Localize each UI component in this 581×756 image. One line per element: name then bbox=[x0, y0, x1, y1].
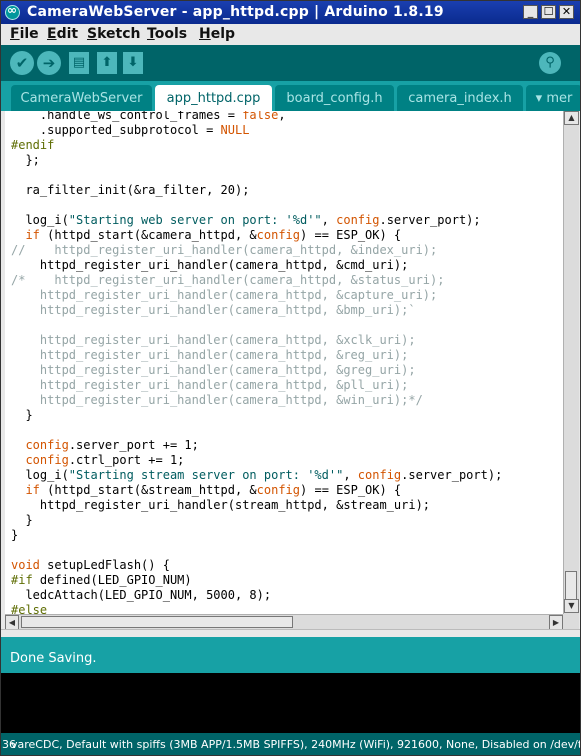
toolbar: ✔ ➔ ▤ ⬆ ⬇ ⚲ bbox=[1, 45, 580, 81]
code-line[interactable]: httpd_register_uri_handler(camera_httpd,… bbox=[11, 288, 502, 303]
new-sketch-icon[interactable]: ▤ bbox=[69, 52, 89, 74]
title-bar[interactable]: CameraWebServer - app_httpd.cpp | Arduin… bbox=[1, 1, 580, 24]
status-bar: Done Saving. bbox=[1, 637, 580, 673]
code-line[interactable]: #if defined(LED_GPIO_NUM) bbox=[11, 573, 502, 588]
code-line[interactable] bbox=[11, 543, 502, 558]
open-sketch-icon[interactable]: ⬆ bbox=[97, 52, 117, 74]
code-line[interactable]: void setupLedFlash() { bbox=[11, 558, 502, 573]
code-line[interactable] bbox=[11, 198, 502, 213]
scroll-up-icon[interactable]: ▲ bbox=[564, 111, 579, 125]
code-line[interactable]: config.ctrl_port += 1; bbox=[11, 453, 502, 468]
code-line[interactable]: httpd_register_uri_handler(camera_httpd,… bbox=[11, 303, 502, 318]
scroll-left-icon[interactable]: ◀ bbox=[5, 615, 19, 630]
menu-help[interactable]: Help bbox=[199, 26, 235, 42]
code-line[interactable]: httpd_register_uri_handler(camera_httpd,… bbox=[11, 363, 502, 378]
code-line[interactable]: httpd_register_uri_handler(camera_httpd,… bbox=[11, 348, 502, 363]
code-line[interactable]: } bbox=[11, 528, 502, 543]
code-line[interactable]: } bbox=[11, 408, 502, 423]
horizontal-scrollbar[interactable]: ◀ ▶ bbox=[5, 614, 563, 630]
code-line[interactable]: log_i("Starting web server on port: '%d'… bbox=[11, 213, 502, 228]
scroll-down-icon[interactable]: ▼ bbox=[564, 599, 579, 613]
code-line[interactable] bbox=[11, 423, 502, 438]
serial-monitor-icon[interactable]: ⚲ bbox=[539, 52, 561, 74]
status-message: Done Saving. bbox=[10, 651, 97, 666]
code-line[interactable] bbox=[11, 168, 502, 183]
footer-bar: 36 vareCDC, Default with spiffs (3MB APP… bbox=[1, 733, 580, 755]
code-line[interactable]: }; bbox=[11, 153, 502, 168]
menu-edit[interactable]: Edit bbox=[47, 26, 78, 42]
code-line[interactable]: .supported_subprotocol = NULL bbox=[11, 123, 502, 138]
code-line[interactable]: config.server_port += 1; bbox=[11, 438, 502, 453]
tab-bar: CameraWebServer app_httpd.cpp board_conf… bbox=[1, 81, 580, 111]
scroll-right-icon[interactable]: ▶ bbox=[549, 615, 563, 630]
maximize-button[interactable]: ☐ bbox=[541, 5, 556, 19]
verify-icon[interactable]: ✔ bbox=[10, 51, 34, 75]
code-line[interactable]: httpd_register_uri_handler(stream_httpd,… bbox=[11, 498, 502, 513]
tab-more-menu[interactable]: ▾ mer bbox=[526, 85, 580, 111]
menu-bar: File Edit Sketch Tools Help bbox=[1, 24, 580, 45]
code-line[interactable]: httpd_register_uri_handler(camera_httpd,… bbox=[11, 393, 502, 408]
upload-icon[interactable]: ➔ bbox=[37, 51, 61, 75]
code-line[interactable]: #endif bbox=[11, 138, 502, 153]
code-line[interactable]: } bbox=[11, 513, 502, 528]
board-info: vareCDC, Default with spiffs (3MB APP/1.… bbox=[11, 738, 581, 751]
code-line[interactable] bbox=[11, 318, 502, 333]
code-line[interactable]: httpd_register_uri_handler(camera_httpd,… bbox=[11, 258, 502, 273]
code-text[interactable]: .handle_ws_control_frames = false, .supp… bbox=[11, 111, 502, 618]
minimize-button[interactable]: _ bbox=[523, 5, 538, 19]
code-line[interactable]: if (httpd_start(&camera_httpd, &config) … bbox=[11, 228, 502, 243]
arduino-logo-icon bbox=[5, 3, 20, 20]
save-sketch-icon[interactable]: ⬇ bbox=[123, 52, 143, 74]
window-title: CameraWebServer - app_httpd.cpp | Arduin… bbox=[27, 4, 444, 20]
code-line[interactable]: httpd_register_uri_handler(camera_httpd,… bbox=[11, 333, 502, 348]
arduino-window: CameraWebServer - app_httpd.cpp | Arduin… bbox=[0, 0, 581, 756]
vertical-scrollbar[interactable]: ▲ ▼ bbox=[563, 111, 579, 629]
code-line[interactable]: ledcAttach(LED_GPIO_NUM, 5000, 8); bbox=[11, 588, 502, 603]
tab-camerawebserver[interactable]: CameraWebServer bbox=[11, 85, 152, 111]
code-line[interactable]: log_i("Starting stream server on port: '… bbox=[11, 468, 502, 483]
horizontal-scroll-thumb[interactable] bbox=[21, 616, 293, 628]
code-line[interactable]: // httpd_register_uri_handler(camera_htt… bbox=[11, 243, 502, 258]
code-line[interactable]: ra_filter_init(&ra_filter, 20); bbox=[11, 183, 502, 198]
code-line[interactable]: if (httpd_start(&stream_httpd, &config) … bbox=[11, 483, 502, 498]
menu-sketch[interactable]: Sketch bbox=[87, 26, 140, 42]
code-editor[interactable]: .handle_ws_control_frames = false, .supp… bbox=[5, 111, 563, 629]
tab-app-httpd[interactable]: app_httpd.cpp bbox=[155, 85, 272, 111]
console-output[interactable] bbox=[1, 673, 580, 733]
code-line[interactable]: .handle_ws_control_frames = false, bbox=[11, 111, 502, 123]
scrollbar-corner bbox=[563, 614, 578, 629]
close-button[interactable]: ✕ bbox=[559, 5, 574, 19]
menu-file[interactable]: File bbox=[10, 26, 39, 42]
code-line[interactable]: /* httpd_register_uri_handler(camera_htt… bbox=[11, 273, 502, 288]
tab-camera-index[interactable]: camera_index.h bbox=[397, 85, 523, 111]
tab-board-config[interactable]: board_config.h bbox=[275, 85, 394, 111]
code-line[interactable]: httpd_register_uri_handler(camera_httpd,… bbox=[11, 378, 502, 393]
menu-tools[interactable]: Tools bbox=[147, 26, 187, 42]
